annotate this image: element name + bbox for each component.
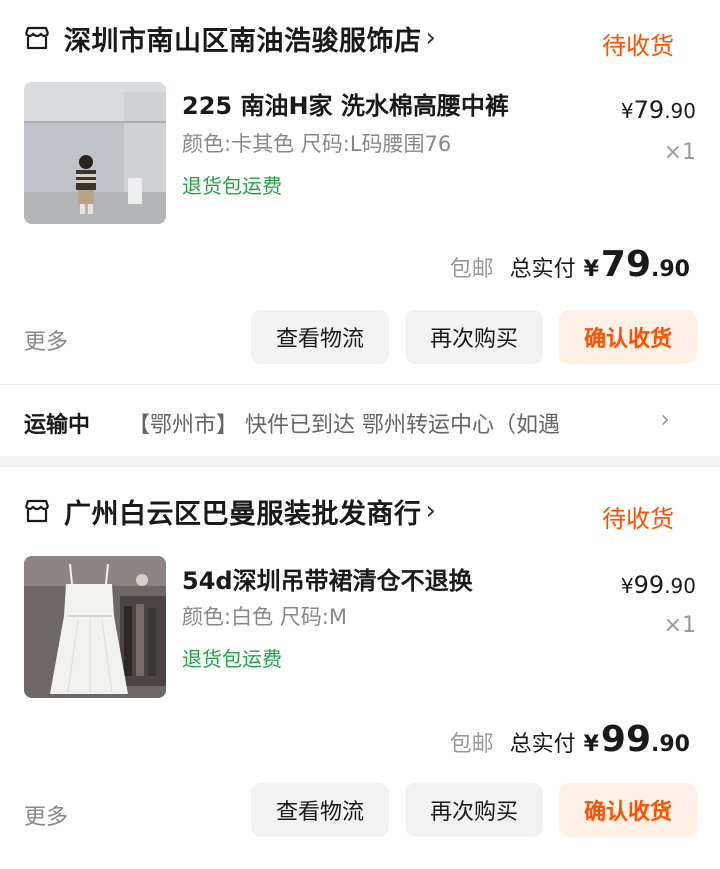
refund-shipping-tag: 退货包运费 — [182, 174, 282, 198]
free-shipping-label: 包邮 — [449, 732, 494, 757]
order-card: 深圳市南山区南油浩骏服饰店 › 待收货 225 南油H家 洗水棉高腰中裤 颜色:… — [0, 0, 720, 384]
total-label: 总实付 — [509, 732, 576, 757]
order-status: 待收货 — [602, 505, 674, 533]
view-logistics-button[interactable]: 查看物流 — [251, 310, 389, 364]
buy-again-button[interactable]: 再次购买 — [405, 783, 543, 837]
refund-shipping-tag: 退货包运费 — [182, 647, 282, 671]
buy-again-button[interactable]: 再次购买 — [405, 310, 543, 364]
chevron-right-icon[interactable]: › — [426, 25, 436, 51]
logistics-status: 运输中 — [24, 413, 91, 438]
order-status: 待收货 — [602, 32, 674, 60]
logistics-bar[interactable]: 运输中 【鄂州市】 快件已到达 鄂州转运中心（如遇 › — [0, 384, 720, 456]
free-shipping-label: 包邮 — [449, 257, 494, 282]
shop-header[interactable]: 广州白云区巴曼服装批发商行 › 待收货 — [22, 491, 698, 533]
shop-header[interactable]: 深圳市南山区南油浩骏服饰店 › 待收货 — [22, 18, 698, 60]
view-logistics-button[interactable]: 查看物流 — [251, 783, 389, 837]
confirm-receipt-button[interactable]: 确认收货 — [559, 783, 697, 837]
product-thumbnail[interactable] — [24, 556, 166, 698]
shop-name[interactable]: 广州白云区巴曼服装批发商行 — [64, 492, 422, 531]
more-button[interactable]: 更多 — [24, 324, 68, 356]
total-label: 总实付 — [509, 257, 576, 282]
quantity: ×1 — [663, 140, 696, 165]
unit-price: ¥79.90 — [620, 96, 696, 124]
store-icon — [24, 26, 50, 50]
shop-name[interactable]: 深圳市南山区南油浩骏服饰店 — [64, 19, 422, 58]
more-button[interactable]: 更多 — [24, 799, 68, 831]
product-spec: 颜色:卡其色 尺码:L码腰围76 — [182, 132, 452, 156]
confirm-receipt-button[interactable]: 确认收货 — [559, 310, 697, 364]
quantity: ×1 — [663, 613, 696, 638]
chevron-right-icon[interactable]: › — [426, 498, 436, 524]
product-spec: 颜色:白色 尺码:M — [182, 605, 347, 629]
order-card: 广州白云区巴曼服装批发商行 › 待收货 54d深圳吊带裙清仓不退换 颜色:白色 … — [0, 467, 720, 869]
unit-price: ¥99.90 — [620, 571, 696, 599]
product-title[interactable]: 54d深圳吊带裙清仓不退换 — [182, 561, 473, 596]
product-title[interactable]: 225 南油H家 洗水棉高腰中裤 — [182, 86, 509, 121]
logistics-text[interactable]: 【鄂州市】 快件已到达 鄂州转运中心（如遇 — [128, 407, 618, 439]
total-payment: 包邮 总实付 ¥79.90 — [449, 244, 690, 285]
store-icon — [24, 499, 50, 523]
product-thumbnail[interactable] — [24, 82, 166, 224]
chevron-right-icon[interactable]: › — [660, 405, 670, 433]
total-payment: 包邮 总实付 ¥99.90 — [449, 719, 690, 760]
